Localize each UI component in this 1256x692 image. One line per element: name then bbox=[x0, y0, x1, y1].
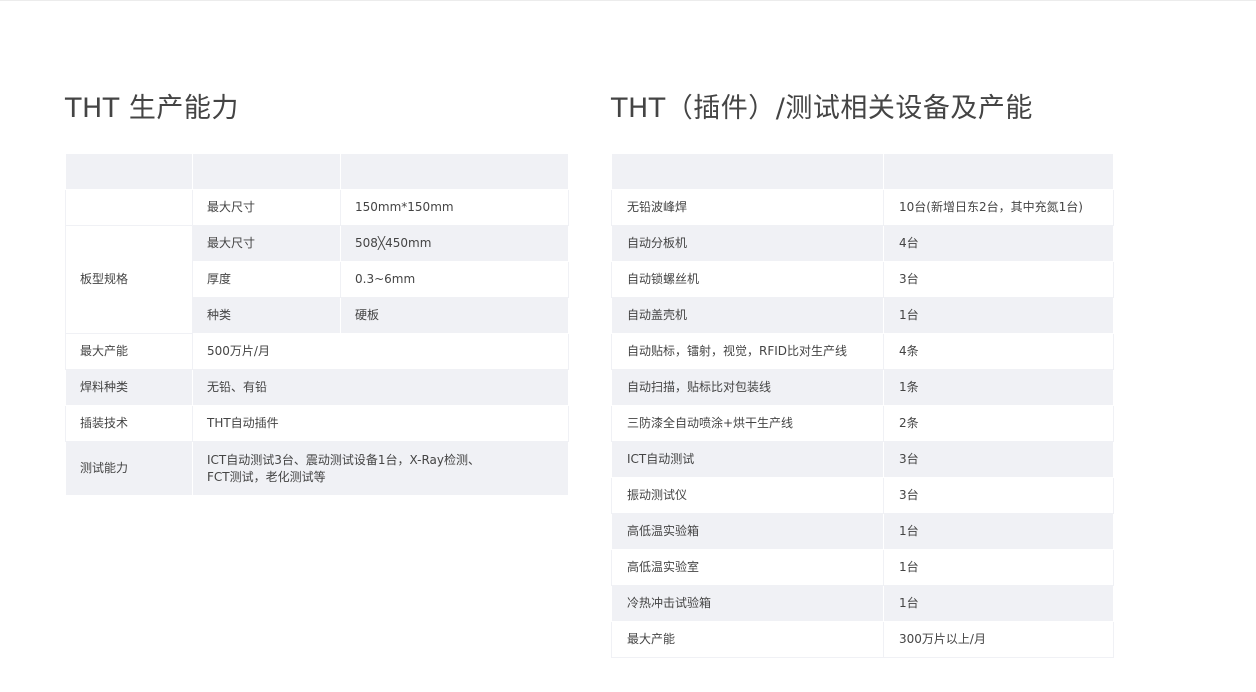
group-label-cell: 板型规格 bbox=[65, 225, 193, 334]
value-cell: 1台 bbox=[883, 549, 1114, 586]
value-cell: 无铅、有铅 bbox=[192, 369, 569, 406]
value-cell: 1台 bbox=[883, 297, 1114, 334]
label-cell: 测试能力 bbox=[65, 441, 193, 496]
table-row: 插装技术 THT自动插件 bbox=[65, 405, 569, 442]
table-row: 振动测试仪 3台 bbox=[611, 477, 1114, 514]
label-cell: ICT自动测试 bbox=[611, 441, 884, 478]
value-cell: 150mm*150mm bbox=[340, 189, 569, 226]
label-cell: 冷热冲击试验箱 bbox=[611, 585, 884, 622]
value-line: FCT测试，老化测试等 bbox=[207, 469, 326, 484]
header-cell bbox=[192, 153, 341, 190]
tht-equipment-title: THT（插件）/测试相关设备及产能 bbox=[611, 93, 1033, 124]
table-header-row bbox=[65, 153, 569, 190]
table-header-row bbox=[611, 153, 1114, 190]
label-cell: 插装技术 bbox=[65, 405, 193, 442]
tht-capacity-table: 最大尺寸 150mm*150mm 板型规格 最大尺寸 508╳450mm 厚度 … bbox=[65, 153, 569, 496]
value-cell: ICT自动测试3台、震动测试设备1台，X-Ray检测、 FCT测试，老化测试等 bbox=[192, 441, 569, 496]
label-cell: 自动锁螺丝机 bbox=[611, 261, 884, 298]
label-cell: 无铅波峰焊 bbox=[611, 189, 884, 226]
header-cell bbox=[883, 153, 1114, 190]
value-cell: 0.3~6mm bbox=[340, 261, 569, 298]
header-cell bbox=[340, 153, 569, 190]
label-cell: 自动分板机 bbox=[611, 225, 884, 262]
tht-capacity-title: THT 生产能力 bbox=[65, 93, 239, 124]
label-cell: 三防漆全自动喷涂+烘干生产线 bbox=[611, 405, 884, 442]
tht-equipment-table: 无铅波峰焊 10台(新增日东2台，其中充氮1台) 自动分板机 4台 自动锁螺丝机… bbox=[611, 153, 1114, 658]
value-cell: 500万片/月 bbox=[192, 333, 569, 370]
table-row: 最大尺寸 150mm*150mm bbox=[65, 189, 569, 226]
label-cell: 高低温实验箱 bbox=[611, 513, 884, 550]
sub-label-cell: 最大尺寸 bbox=[192, 189, 341, 226]
value-cell: 4台 bbox=[883, 225, 1114, 262]
value-cell: 10台(新增日东2台，其中充氮1台) bbox=[883, 189, 1114, 226]
sub-label-cell: 最大尺寸 bbox=[192, 225, 341, 262]
value-cell: 1台 bbox=[883, 513, 1114, 550]
table-row: 自动分板机 4台 bbox=[611, 225, 1114, 262]
table-row: 最大产能 300万片以上/月 bbox=[611, 621, 1114, 658]
table-row: 板型规格 最大尺寸 508╳450mm bbox=[65, 225, 569, 334]
table-row: 自动贴标，镭射，视觉，RFID比对生产线 4条 bbox=[611, 333, 1114, 370]
table-row: 三防漆全自动喷涂+烘干生产线 2条 bbox=[611, 405, 1114, 442]
label-cell: 高低温实验室 bbox=[611, 549, 884, 586]
value-cell: 1条 bbox=[883, 369, 1114, 406]
table-row: ICT自动测试 3台 bbox=[611, 441, 1114, 478]
table-row: 冷热冲击试验箱 1台 bbox=[611, 585, 1114, 622]
label-cell: 自动盖壳机 bbox=[611, 297, 884, 334]
table-row: 测试能力 ICT自动测试3台、震动测试设备1台，X-Ray检测、 FCT测试，老… bbox=[65, 441, 569, 496]
header-cell bbox=[65, 153, 193, 190]
top-divider bbox=[0, 0, 1256, 1]
value-cell: 3台 bbox=[883, 441, 1114, 478]
table-row: 最大产能 500万片/月 bbox=[65, 333, 569, 370]
table-row: 无铅波峰焊 10台(新增日东2台，其中充氮1台) bbox=[611, 189, 1114, 226]
value-cell: 2条 bbox=[883, 405, 1114, 442]
value-cell: 3台 bbox=[883, 477, 1114, 514]
table-row: 自动盖壳机 1台 bbox=[611, 297, 1114, 334]
table-row: 高低温实验箱 1台 bbox=[611, 513, 1114, 550]
table-row: 自动锁螺丝机 3台 bbox=[611, 261, 1114, 298]
label-cell: 自动扫描，贴标比对包装线 bbox=[611, 369, 884, 406]
empty-cell bbox=[65, 189, 193, 226]
sub-label-cell: 厚度 bbox=[192, 261, 341, 298]
value-cell: 4条 bbox=[883, 333, 1114, 370]
table-row: 焊料种类 无铅、有铅 bbox=[65, 369, 569, 406]
label-cell: 最大产能 bbox=[611, 621, 884, 658]
table-row: 高低温实验室 1台 bbox=[611, 549, 1114, 586]
value-cell: 3台 bbox=[883, 261, 1114, 298]
value-cell: 1台 bbox=[883, 585, 1114, 622]
value-cell: 硬板 bbox=[340, 297, 569, 334]
table-row: 自动扫描，贴标比对包装线 1条 bbox=[611, 369, 1114, 406]
label-cell: 焊料种类 bbox=[65, 369, 193, 406]
value-cell: THT自动插件 bbox=[192, 405, 569, 442]
value-cell: 508╳450mm bbox=[340, 225, 569, 262]
label-cell: 振动测试仪 bbox=[611, 477, 884, 514]
label-cell: 自动贴标，镭射，视觉，RFID比对生产线 bbox=[611, 333, 884, 370]
header-cell bbox=[611, 153, 884, 190]
value-line: ICT自动测试3台、震动测试设备1台，X-Ray检测、 bbox=[207, 452, 481, 467]
sub-label-cell: 种类 bbox=[192, 297, 341, 334]
label-cell: 最大产能 bbox=[65, 333, 193, 370]
value-cell: 300万片以上/月 bbox=[883, 621, 1114, 658]
